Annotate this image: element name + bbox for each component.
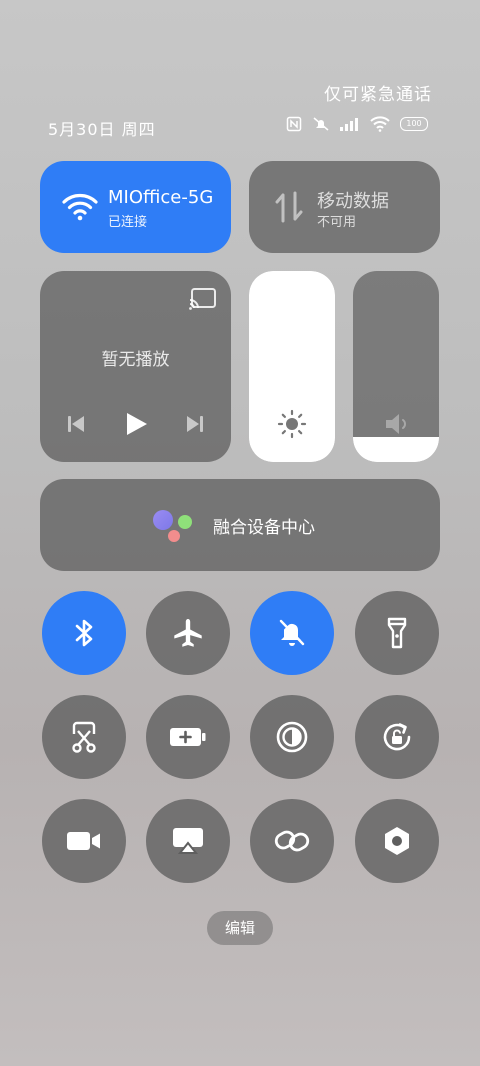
contrast-icon [276, 721, 308, 753]
screen-cast-icon [173, 828, 203, 854]
wifi-network-name: MIOffice-5G [108, 187, 214, 208]
flashlight-icon [387, 617, 407, 649]
silent-icon [313, 117, 329, 131]
emergency-call-only-text: 仅可紧急通话 [324, 85, 432, 105]
mobile-data-title: 移动数据 [317, 191, 389, 212]
cast-icon[interactable] [189, 287, 217, 311]
nfc-icon [286, 116, 302, 132]
rotate-lock-icon [383, 723, 411, 751]
device-link-toggle[interactable] [250, 799, 334, 883]
play-icon[interactable] [124, 411, 148, 437]
mobile-data-icon [275, 191, 303, 223]
device-center-logo-icon [153, 510, 192, 542]
volume-slider[interactable] [353, 271, 439, 462]
scissors-icon [72, 721, 96, 753]
signal-icon [340, 118, 358, 131]
wifi-icon [62, 194, 98, 221]
date-text: 5月30日 周四 [48, 120, 156, 139]
wifi-status-icon [370, 116, 390, 132]
volume-level-fill [353, 437, 439, 462]
brightness-sun-icon [277, 409, 307, 439]
next-track-icon[interactable] [185, 413, 205, 435]
flashlight-toggle[interactable] [355, 591, 439, 675]
dark-mode-toggle[interactable] [250, 695, 334, 779]
mobile-data-status: 不可用 [317, 215, 357, 230]
settings-toggle[interactable] [355, 799, 439, 883]
link-icon [274, 830, 310, 852]
mobile-data-tile[interactable]: 移动数据 不可用 [249, 161, 440, 253]
previous-track-icon[interactable] [66, 413, 86, 435]
bluetooth-toggle[interactable] [42, 591, 126, 675]
media-player-tile[interactable]: 暂无播放 [40, 271, 231, 462]
media-status-text: 暂无播放 [101, 350, 170, 370]
silent-mode-toggle[interactable] [250, 591, 334, 675]
edit-button[interactable]: 编辑 [207, 911, 273, 945]
wifi-status: 已连接 [108, 215, 148, 230]
screen-cast-toggle[interactable] [146, 799, 230, 883]
airplane-icon [174, 619, 202, 647]
bell-off-icon [279, 619, 305, 646]
battery-plus-icon [170, 728, 206, 746]
status-icons: 100 [286, 116, 428, 132]
screen-record-toggle[interactable] [42, 799, 126, 883]
screenshot-toggle[interactable] [42, 695, 126, 779]
wifi-tile[interactable]: MIOffice-5G 已连接 [40, 161, 231, 253]
brightness-slider[interactable] [249, 271, 335, 462]
airplane-mode-toggle[interactable] [146, 591, 230, 675]
device-center-label: 融合设备中心 [213, 518, 315, 538]
battery-indicator: 100 [400, 117, 428, 131]
battery-saver-toggle[interactable] [146, 695, 230, 779]
device-center-tile[interactable]: 融合设备中心 [40, 479, 440, 571]
rotation-lock-toggle[interactable] [355, 695, 439, 779]
settings-nut-icon [385, 827, 409, 855]
video-camera-icon [67, 832, 100, 850]
bluetooth-icon [75, 619, 93, 647]
speaker-icon [386, 414, 406, 434]
